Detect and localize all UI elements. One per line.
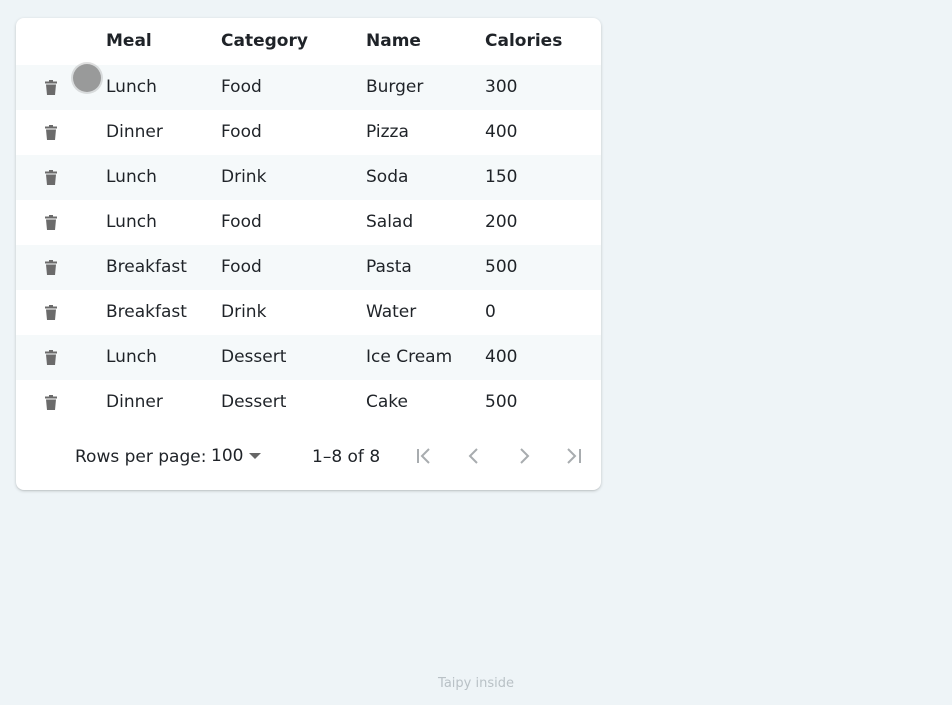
cell-calories: 150: [485, 167, 518, 187]
cell-name: Soda: [366, 167, 409, 187]
table-pagination: Rows per page: 100 1–8 of 8: [16, 433, 601, 483]
table-row: Lunch Drink Soda 150: [16, 155, 601, 200]
trash-icon[interactable]: [45, 350, 57, 365]
cell-meal: Dinner: [106, 122, 163, 142]
table-row: Lunch Dessert Ice Cream 400: [16, 335, 601, 380]
cell-calories: 400: [485, 122, 518, 142]
cell-calories: 300: [485, 77, 518, 97]
trash-icon[interactable]: [45, 125, 57, 140]
cell-calories: 400: [485, 347, 518, 367]
rows-per-page-label: Rows per page:: [75, 447, 207, 467]
first-page-icon[interactable]: [412, 444, 436, 468]
cell-calories: 500: [485, 392, 518, 412]
cell-category: Drink: [221, 167, 267, 187]
cell-meal: Dinner: [106, 392, 163, 412]
pagination-range: 1–8 of 8: [312, 447, 381, 467]
meals-table-card: Meal Category Name Calories Lunch Food Bur…: [16, 18, 601, 490]
cell-category: Dessert: [221, 347, 287, 367]
cell-meal: Lunch: [106, 347, 157, 367]
table-row: Breakfast Food Pasta 500: [16, 245, 601, 290]
next-page-icon[interactable]: [512, 444, 536, 468]
column-header-calories[interactable]: Calories: [485, 18, 562, 65]
cell-category: Food: [221, 212, 262, 232]
cell-meal: Lunch: [106, 167, 157, 187]
rows-per-page-select[interactable]: 100: [211, 443, 243, 469]
column-header-name[interactable]: Name: [366, 18, 421, 65]
table-row: Dinner Dessert Cake 500: [16, 380, 601, 425]
cell-name: Pizza: [366, 122, 409, 142]
trash-icon[interactable]: [45, 395, 57, 410]
cell-meal: Lunch: [106, 77, 157, 97]
cell-name: Ice Cream: [366, 347, 453, 367]
table-header-row: Meal Category Name Calories: [16, 18, 601, 65]
cell-name: Pasta: [366, 257, 412, 277]
table-row: Dinner Food Pizza 400: [16, 110, 601, 155]
column-header-category[interactable]: Category: [221, 18, 308, 65]
taipy-brand-footer: Taipy inside: [438, 676, 514, 691]
click-ripple: [73, 64, 101, 92]
trash-icon[interactable]: [45, 305, 57, 320]
cell-name: Water: [366, 302, 417, 322]
table-row: Breakfast Drink Water 0: [16, 290, 601, 335]
cell-meal: Lunch: [106, 212, 157, 232]
table-row: Lunch Food Salad 200: [16, 200, 601, 245]
cell-calories: 200: [485, 212, 518, 232]
cell-category: Food: [221, 77, 262, 97]
cell-meal: Breakfast: [106, 257, 187, 277]
cell-calories: 0: [485, 302, 496, 322]
last-page-icon[interactable]: [562, 444, 586, 468]
cell-name: Salad: [366, 212, 414, 232]
cell-name: Burger: [366, 77, 424, 97]
trash-icon[interactable]: [45, 170, 57, 185]
cell-category: Drink: [221, 302, 267, 322]
cell-category: Food: [221, 122, 262, 142]
previous-page-icon[interactable]: [462, 444, 486, 468]
cell-category: Dessert: [221, 392, 287, 412]
cell-meal: Breakfast: [106, 302, 187, 322]
cell-name: Cake: [366, 392, 408, 412]
trash-icon[interactable]: [45, 260, 57, 275]
dropdown-arrow-icon[interactable]: [249, 453, 261, 459]
table-row: Lunch Food Burger 300: [16, 65, 601, 110]
cell-calories: 500: [485, 257, 518, 277]
cell-category: Food: [221, 257, 262, 277]
column-header-meal[interactable]: Meal: [106, 18, 152, 65]
trash-icon[interactable]: [45, 80, 57, 95]
trash-icon[interactable]: [45, 215, 57, 230]
